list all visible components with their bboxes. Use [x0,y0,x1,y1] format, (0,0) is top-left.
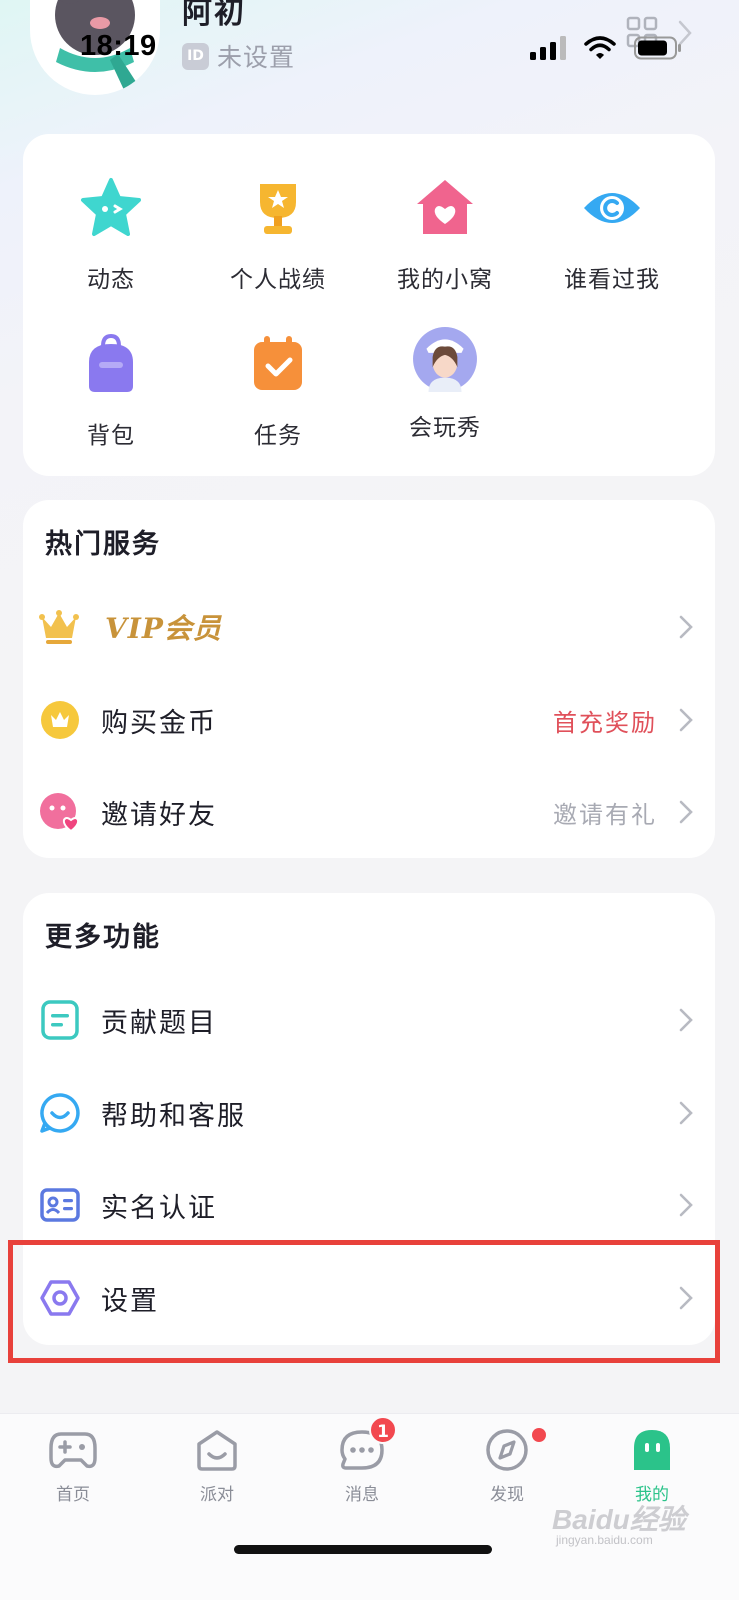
user-id-row: ID 未设置 [182,38,295,74]
grid-label: 我的小窝 [397,267,493,293]
grid-label: 个人战绩 [230,267,326,293]
id-card-icon [40,1188,80,1222]
buy-coins-row[interactable]: 购买金币 首充奖励 [23,675,715,765]
hot-services-card: 热门服务 VIP会员 购买金币 首充奖励 邀请好友 邀请有礼 [23,500,715,858]
first-charge-reward-text: 首充奖励 [553,708,657,737]
user-id-value: 未设置 [217,43,296,72]
grid-label: 会玩秀 [409,415,481,441]
tab-label: 派对 [200,1485,234,1505]
chevron-right-icon [679,800,693,824]
real-name-auth-row[interactable]: 实名认证 [23,1160,715,1250]
tab-label: 发现 [490,1485,524,1505]
tab-label: 首页 [56,1485,90,1505]
trophy-icon [260,184,296,234]
watermark-sub: jingyan.baidu.com [556,1533,653,1547]
smiley-heart-icon [40,793,80,833]
row-label: 帮助和客服 [101,1100,246,1132]
battery-icon [634,36,681,60]
tab-mine[interactable]: 我的 [597,1428,707,1505]
status-time: 18:19 [80,30,157,62]
tab-discover[interactable]: 发现 [452,1428,562,1505]
grid-item-my-nest[interactable]: 我的小窝 [360,176,530,294]
tab-home[interactable]: 首页 [18,1428,128,1505]
discover-dot-badge [532,1428,546,1442]
section-title: 更多功能 [45,922,161,953]
eye-icon [584,193,640,223]
grid-item-show[interactable]: 会玩秀 [360,326,530,442]
chevron-right-icon [679,1008,693,1032]
grid-label: 任务 [254,423,302,449]
grid-label: 动态 [87,267,135,293]
nickname: 阿初 [182,0,246,31]
invite-friends-row[interactable]: 邀请好友 邀请有礼 [23,767,715,857]
chevron-right-icon [679,1101,693,1125]
section-title: 热门服务 [45,529,161,560]
coin-icon [41,701,79,739]
compass-icon [486,1429,528,1471]
row-label: 贡献题目 [101,1007,217,1039]
grid-item-visitors[interactable]: 谁看过我 [527,176,697,294]
party-house-icon [197,1430,237,1471]
chat-smile-icon [40,1093,80,1133]
help-support-row[interactable]: 帮助和客服 [23,1068,715,1158]
status-icons [530,36,682,60]
star-face-icon [81,178,141,236]
cellular-signal-icon [530,36,566,60]
row-label: 实名认证 [101,1192,217,1224]
watermark: Baidu经验 [552,1504,686,1535]
chevron-right-icon [679,1286,693,1310]
row-label: 设置 [101,1285,159,1317]
grid-item-dynamics[interactable]: 动态 [26,176,196,294]
more-features-card: 更多功能 贡献题目 帮助和客服 实名认证 设置 [23,893,715,1345]
vip-label: VIP会员 [105,612,222,645]
grid-item-backpack[interactable]: 背包 [26,332,196,450]
chevron-right-icon [679,708,693,732]
backpack-icon [89,333,133,392]
profile-page: 阿初 ID 未设置 18:19 动态 个人战绩 我的小窝 谁看过我 背包 任务 … [0,0,739,1600]
chevron-right-icon [679,615,693,639]
mine-face-icon [634,1430,670,1470]
feature-grid-card: 动态 个人战绩 我的小窝 谁看过我 背包 任务 会玩秀 [23,134,715,476]
gamepad-icon [49,1432,97,1469]
id-badge: ID [182,42,209,70]
calendar-check-icon [254,336,302,390]
crown-icon [39,610,79,644]
grid-item-battle-record[interactable]: 个人战绩 [193,176,363,294]
vip-row[interactable]: VIP会员 [23,582,715,672]
house-heart-icon [417,180,473,234]
contribute-question-row[interactable]: 贡献题目 [23,975,715,1065]
grid-label: 背包 [87,423,135,449]
settings-row[interactable]: 设置 [23,1253,715,1343]
invite-gift-text: 邀请有礼 [553,800,657,829]
tab-party[interactable]: 派对 [162,1428,272,1505]
avatar-show-icon [413,327,477,392]
wifi-icon [584,36,616,59]
settings-hexagon-icon [40,1280,80,1316]
tab-label: 消息 [345,1485,379,1505]
row-label: 购买金币 [101,707,217,739]
document-icon [41,1000,79,1040]
grid-label: 谁看过我 [564,267,660,293]
chevron-right-icon [679,1193,693,1217]
grid-item-tasks[interactable]: 任务 [193,332,363,450]
row-label: 邀请好友 [101,799,217,831]
tab-messages[interactable]: 1 消息 [307,1416,417,1505]
home-indicator [234,1545,492,1554]
message-count-badge: 1 [369,1416,397,1444]
